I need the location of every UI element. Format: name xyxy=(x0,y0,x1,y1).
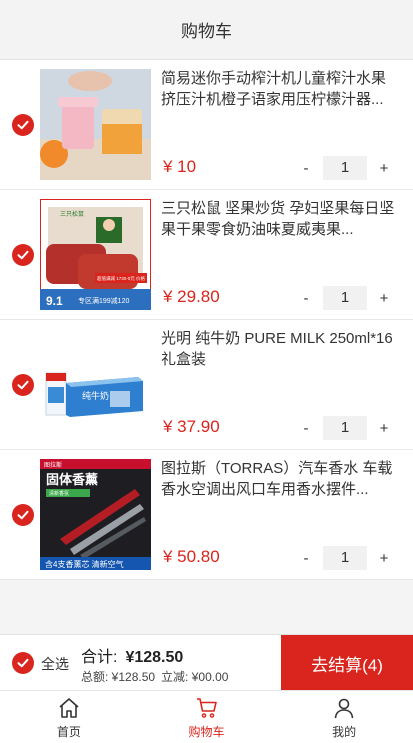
product-name[interactable]: 三只松鼠 坚果炒货 孕妇坚果每日坚果干果零食奶油味夏威夷果... xyxy=(161,198,397,240)
product-image[interactable]: 三只松鼠 超值满减 1730-0元 价格 9.1 专区满199减120 xyxy=(40,199,151,310)
price-tag-text: 9.1 xyxy=(46,294,63,308)
product-price: ¥ 29.80 xyxy=(163,287,220,306)
item-checkbox[interactable] xyxy=(12,504,34,526)
quantity-stepper: - 1 + xyxy=(295,546,395,570)
cart-icon xyxy=(196,698,217,718)
tab-label: 首页 xyxy=(56,725,81,739)
cart-item: 图拉斯 固体香薰 清新香氛 含4支香薰芯 清新空气 图拉斯（TORRAS）汽车香… xyxy=(0,450,413,580)
checkmark-icon xyxy=(17,250,29,260)
home-icon xyxy=(59,698,79,718)
app-header: 购物车 xyxy=(0,0,413,60)
quantity-value[interactable]: 1 xyxy=(323,546,367,570)
quantity-stepper: - 1 + xyxy=(295,416,395,440)
select-all-label[interactable]: 全选 xyxy=(41,654,69,674)
bottom-tab-bar: 首页 购物车 我的 xyxy=(0,690,413,743)
subtotal-line: 总额: ¥128.50 立减: ¥00.00 xyxy=(81,668,234,685)
select-all-checkbox[interactable] xyxy=(12,652,34,674)
quantity-value[interactable]: 1 xyxy=(323,416,367,440)
increase-button[interactable]: + xyxy=(373,550,395,567)
increase-button[interactable]: + xyxy=(373,160,395,177)
tab-home[interactable]: 首页 xyxy=(0,691,138,743)
quantity-stepper: - 1 + xyxy=(295,286,395,310)
headline-text: 固体香薰 xyxy=(46,472,98,487)
increase-button[interactable]: + xyxy=(373,290,395,307)
product-price: ¥ 37.90 xyxy=(163,417,220,436)
tab-cart[interactable]: 购物车 xyxy=(138,691,276,743)
cart-item: 纯牛奶 光明 纯牛奶 PURE MILK 250ml*16 礼盒装 ¥ 37.9… xyxy=(0,320,413,450)
brand-text: 三只松鼠 xyxy=(60,210,84,218)
decrease-button[interactable]: - xyxy=(295,160,317,177)
item-checkbox[interactable] xyxy=(12,114,34,136)
checkmark-icon xyxy=(17,510,29,520)
item-checkbox[interactable] xyxy=(12,374,34,396)
checkout-bar: 全选 合计: ¥128.50 总额: ¥128.50 立减: ¥00.00 去结算(… xyxy=(0,634,413,691)
quantity-stepper: - 1 + xyxy=(295,156,395,180)
checkmark-icon xyxy=(17,120,29,130)
product-price: ¥ 10 xyxy=(163,157,197,176)
total-summary: 合计: ¥128.50 xyxy=(81,643,183,667)
page-title: 购物车 xyxy=(181,22,232,41)
product-image[interactable] xyxy=(40,69,151,180)
tab-profile[interactable]: 我的 xyxy=(275,691,413,743)
subtotal-text: 总额: ¥128.50 xyxy=(81,670,156,684)
decrease-button[interactable]: - xyxy=(295,550,317,567)
product-name[interactable]: 光明 纯牛奶 PURE MILK 250ml*16 礼盒装 xyxy=(161,328,397,370)
cart-item: 三只松鼠 超值满减 1730-0元 价格 9.1 专区满199减120 三只松鼠… xyxy=(0,190,413,320)
promo-text: 超值满减 1730-0元 价格 xyxy=(97,275,146,282)
tag-text: 清新香氛 xyxy=(49,490,69,497)
user-icon xyxy=(334,698,354,719)
total-value: ¥128.50 xyxy=(125,649,184,666)
brand-text: 图拉斯 xyxy=(44,461,62,469)
tab-label: 我的 xyxy=(332,725,357,739)
tab-label: 购物车 xyxy=(188,725,225,739)
milk-label-text: 纯牛奶 xyxy=(82,390,109,401)
increase-button[interactable]: + xyxy=(373,420,395,437)
item-checkbox[interactable] xyxy=(12,244,34,266)
checkmark-icon xyxy=(17,380,29,390)
decrease-button[interactable]: - xyxy=(295,420,317,437)
quantity-value[interactable]: 1 xyxy=(323,156,367,180)
decrease-button[interactable]: - xyxy=(295,290,317,307)
footer-text: 含4支香薰芯 清新空气 xyxy=(45,559,124,569)
cart-item: 简易迷你手动榨汁机儿童榨汁水果挤压汁机橙子语家用压柠檬汁器... ¥ 10 - … xyxy=(0,60,413,190)
discount-text: 立减: ¥00.00 xyxy=(161,670,229,684)
product-image[interactable]: 纯牛奶 xyxy=(40,329,151,440)
quantity-value[interactable]: 1 xyxy=(323,286,367,310)
product-name[interactable]: 简易迷你手动榨汁机儿童榨汁水果挤压汁机橙子语家用压柠檬汁器... xyxy=(161,68,397,110)
checkmark-icon xyxy=(17,658,29,668)
area-text: 专区满199减120 xyxy=(78,296,129,305)
checkout-button[interactable]: 去结算(4) xyxy=(281,635,413,691)
cart-list: 简易迷你手动榨汁机儿童榨汁水果挤压汁机橙子语家用压柠檬汁器... ¥ 10 - … xyxy=(0,60,413,580)
product-image[interactable]: 图拉斯 固体香薰 清新香氛 含4支香薰芯 清新空气 xyxy=(40,459,151,570)
product-price: ¥ 50.80 xyxy=(163,547,220,566)
product-name[interactable]: 图拉斯（TORRAS）汽车香水 车载香水空调出风口车用香水摆件... xyxy=(161,458,397,500)
total-label: 合计: xyxy=(81,649,118,666)
